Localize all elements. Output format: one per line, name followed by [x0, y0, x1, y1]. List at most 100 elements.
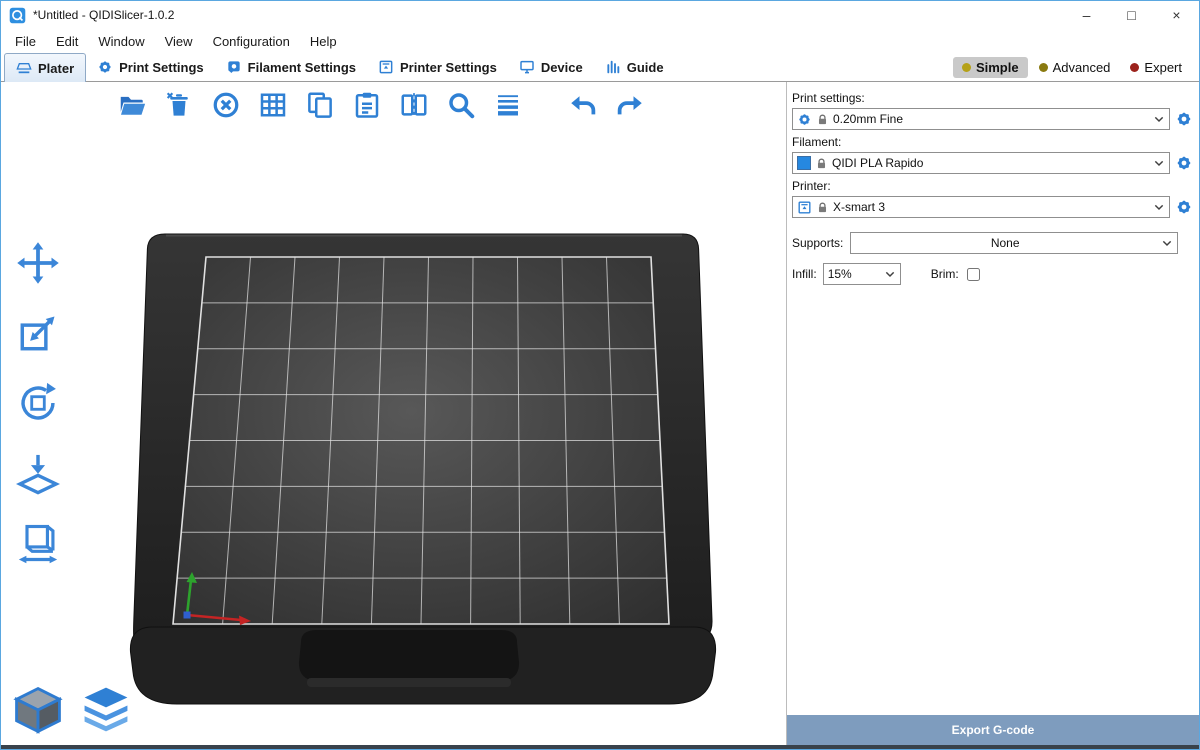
printer-label: Printer: — [792, 179, 1193, 193]
mode-expert[interactable]: Expert — [1121, 57, 1191, 78]
filament-combo[interactable]: QIDI PLA Rapido — [792, 152, 1170, 174]
export-gcode-button[interactable]: Export G-code — [787, 715, 1199, 745]
search-icon[interactable] — [444, 88, 478, 122]
brim-label: Brim: — [931, 267, 959, 281]
move-tool-icon[interactable] — [13, 238, 63, 288]
plater-toolbar — [115, 88, 647, 122]
filament-label: Filament: — [792, 135, 1193, 149]
filament-edit-gear-icon[interactable] — [1175, 154, 1193, 172]
delete-icon[interactable] — [162, 88, 196, 122]
mode-switcher: Simple Advanced Expert — [953, 53, 1199, 81]
window-title: *Untitled - QIDISlicer-1.0.2 — [33, 8, 174, 22]
mode-label: Expert — [1144, 60, 1182, 75]
place-on-face-tool-icon[interactable] — [13, 448, 63, 498]
print-bed-render[interactable] — [1, 82, 786, 745]
menubar: File Edit Window View Configuration Help — [1, 29, 1199, 53]
window-bottom-edge — [1, 745, 1199, 749]
titlebar: *Untitled - QIDISlicer-1.0.2 – □ × — [1, 1, 1199, 29]
mode-label: Advanced — [1053, 60, 1111, 75]
view-toggles — [11, 683, 133, 737]
gizmo-toolbar — [13, 238, 63, 568]
filament-value: QIDI PLA Rapido — [832, 156, 1147, 170]
tab-device[interactable]: Device — [508, 53, 594, 81]
filament-settings-icon — [226, 59, 242, 75]
main-area: Print settings: 0.20mm Fine — [1, 82, 1199, 745]
chevron-down-icon — [1151, 199, 1167, 215]
lock-icon — [815, 157, 828, 170]
print-settings-combo[interactable]: 0.20mm Fine — [792, 108, 1170, 130]
delete-all-icon[interactable] — [209, 88, 243, 122]
split-objects-icon[interactable] — [397, 88, 431, 122]
infill-label: Infill: — [792, 267, 817, 281]
printer-value: X-smart 3 — [833, 200, 1147, 214]
menu-configuration[interactable]: Configuration — [203, 32, 300, 51]
guide-icon — [605, 59, 621, 75]
open-icon[interactable] — [115, 88, 149, 122]
tab-print-settings[interactable]: Print Settings — [86, 53, 215, 81]
tabbar: Plater Print Settings Filament Settings … — [1, 53, 1199, 82]
print-settings-value: 0.20mm Fine — [833, 112, 1147, 126]
rotate-tool-icon[interactable] — [13, 378, 63, 428]
supports-combo[interactable]: None — [850, 232, 1178, 254]
app-logo-icon — [9, 7, 26, 24]
undo-icon[interactable] — [566, 88, 600, 122]
tab-label: Guide — [627, 60, 664, 75]
supports-value: None — [855, 236, 1155, 250]
printer-settings-icon — [378, 59, 394, 75]
window-controls: – □ × — [1064, 1, 1199, 29]
brim-checkbox[interactable] — [967, 268, 980, 281]
measure-tool-icon[interactable] — [13, 518, 63, 568]
tab-plater[interactable]: Plater — [4, 53, 86, 82]
mode-simple[interactable]: Simple — [953, 57, 1028, 78]
print-profile-gear-icon — [797, 112, 812, 127]
mode-advanced[interactable]: Advanced — [1030, 57, 1120, 78]
chevron-down-icon — [882, 266, 898, 282]
tab-label: Device — [541, 60, 583, 75]
app-window: *Untitled - QIDISlicer-1.0.2 – □ × File … — [0, 0, 1200, 750]
sidebar: Print settings: 0.20mm Fine — [786, 82, 1199, 745]
tab-label: Plater — [38, 61, 74, 76]
tab-label: Filament Settings — [248, 60, 356, 75]
expert-mode-dot-icon — [1130, 63, 1139, 72]
chevron-down-icon — [1159, 235, 1175, 251]
supports-label: Supports: — [792, 236, 843, 250]
printer-icon — [797, 200, 812, 215]
copy-icon[interactable] — [303, 88, 337, 122]
menu-help[interactable]: Help — [300, 32, 347, 51]
simple-mode-dot-icon — [962, 63, 971, 72]
editor-view-icon[interactable] — [11, 683, 65, 737]
print-settings-edit-gear-icon[interactable] — [1175, 110, 1193, 128]
viewport-3d[interactable] — [1, 82, 786, 745]
arrange-icon[interactable] — [256, 88, 290, 122]
paste-icon[interactable] — [350, 88, 384, 122]
infill-combo[interactable]: 15% — [823, 263, 901, 285]
menu-edit[interactable]: Edit — [46, 32, 88, 51]
print-settings-label: Print settings: — [792, 91, 1193, 105]
lock-icon — [816, 201, 829, 214]
filament-color-swatch — [797, 156, 811, 170]
infill-value: 15% — [828, 267, 878, 281]
chevron-down-icon — [1151, 111, 1167, 127]
tab-label: Print Settings — [119, 60, 204, 75]
lock-icon — [816, 113, 829, 126]
redo-icon[interactable] — [613, 88, 647, 122]
close-button[interactable]: × — [1154, 1, 1199, 29]
tab-filament-settings[interactable]: Filament Settings — [215, 53, 367, 81]
menu-file[interactable]: File — [5, 32, 46, 51]
menu-view[interactable]: View — [155, 32, 203, 51]
device-icon — [519, 59, 535, 75]
menu-window[interactable]: Window — [88, 32, 154, 51]
scale-tool-icon[interactable] — [13, 308, 63, 358]
maximize-button[interactable]: □ — [1109, 1, 1154, 29]
printer-edit-gear-icon[interactable] — [1175, 198, 1193, 216]
printer-combo[interactable]: X-smart 3 — [792, 196, 1170, 218]
print-settings-icon — [97, 59, 113, 75]
variable-layer-height-icon[interactable] — [491, 88, 525, 122]
minimize-button[interactable]: – — [1064, 1, 1109, 29]
advanced-mode-dot-icon — [1039, 63, 1048, 72]
tab-guide[interactable]: Guide — [594, 53, 675, 81]
chevron-down-icon — [1151, 155, 1167, 171]
tab-printer-settings[interactable]: Printer Settings — [367, 53, 508, 81]
preview-view-icon[interactable] — [79, 683, 133, 737]
tab-label: Printer Settings — [400, 60, 497, 75]
